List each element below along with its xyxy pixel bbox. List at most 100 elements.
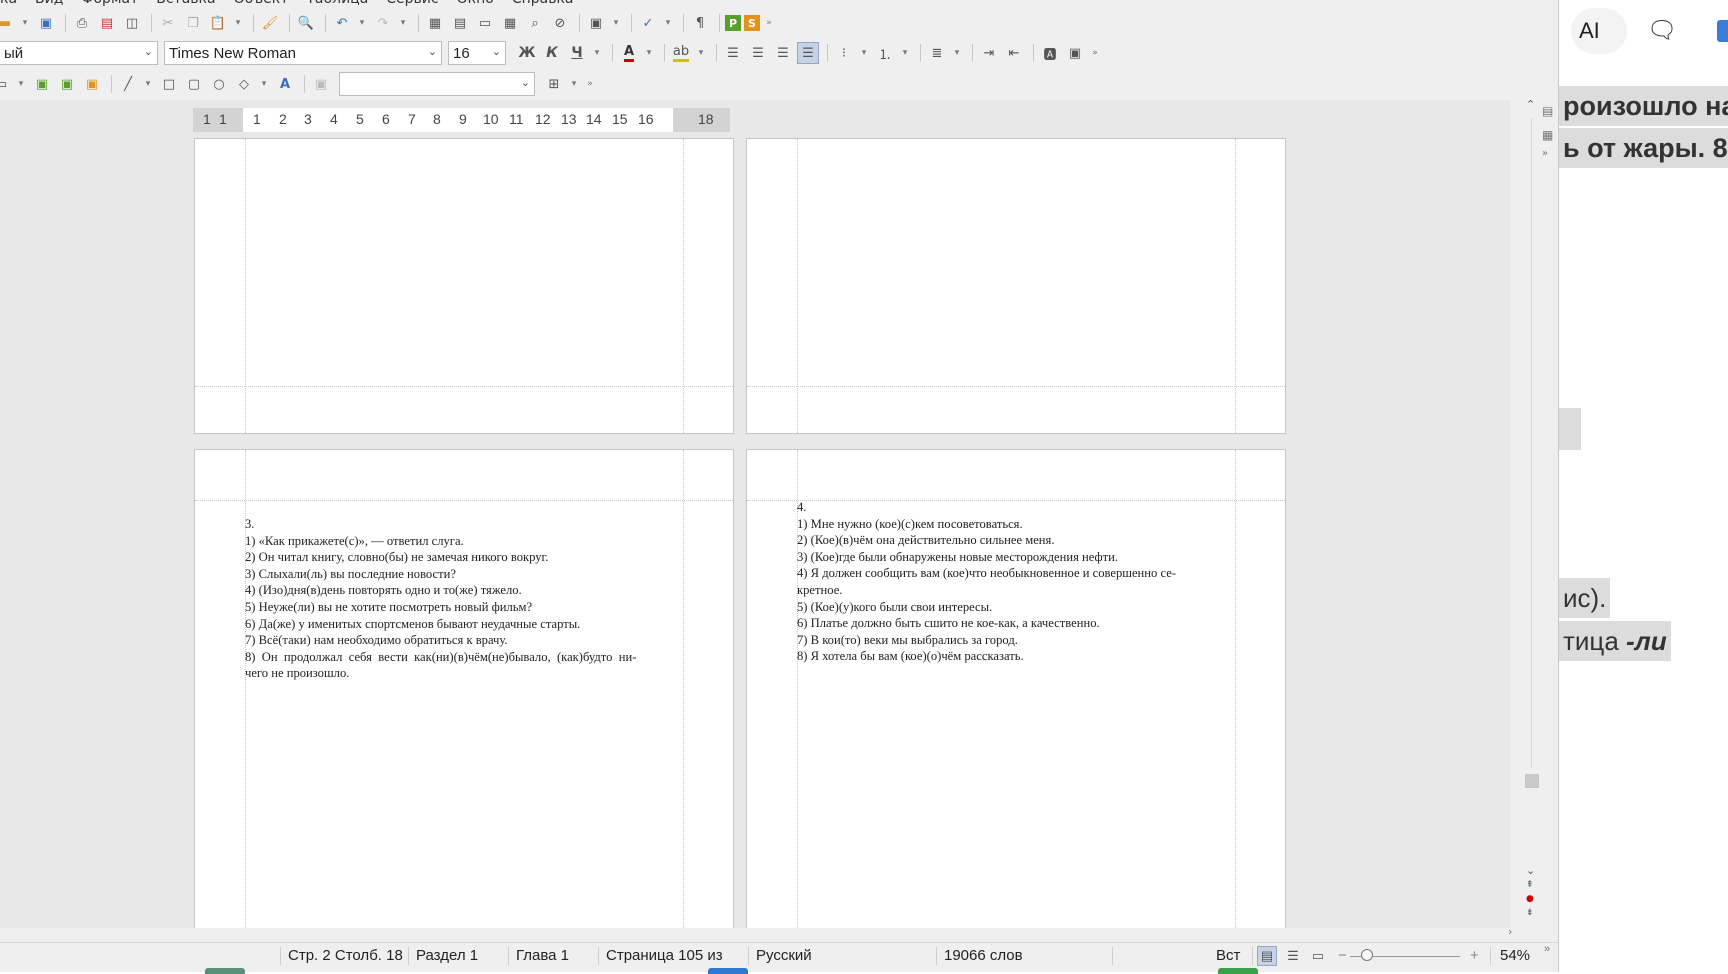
- redo-dropdown-icon[interactable]: ▾: [397, 12, 409, 34]
- zoom-slider-knob[interactable]: [1361, 949, 1373, 961]
- numbered-list-dropdown-icon[interactable]: ▾: [899, 42, 911, 64]
- status-insert-mode[interactable]: Вст: [1216, 947, 1240, 964]
- highlight-dropdown-icon[interactable]: ▾: [695, 42, 707, 64]
- insert-header-icon[interactable]: ▭: [474, 12, 496, 34]
- comment-icon[interactable]: ▣: [81, 73, 103, 95]
- menu-item-help[interactable]: Справка: [512, 0, 574, 9]
- sidebar-more-icon[interactable]: »: [1542, 148, 1548, 159]
- redo-icon[interactable]: ↷: [372, 12, 394, 34]
- menu-item-tools[interactable]: Сервис: [386, 0, 438, 9]
- text-box-icon[interactable]: 🅰: [1039, 42, 1061, 64]
- navigator-icon[interactable]: ⊘: [549, 12, 571, 34]
- page-exercise-3[interactable]: 3. 1) «Как прикажете(с)», — ответил слуг…: [194, 449, 734, 928]
- align-center-icon[interactable]: ☰: [747, 42, 769, 64]
- edge-icon[interactable]: [1717, 20, 1728, 42]
- status-page[interactable]: Страница 105 из: [606, 947, 723, 964]
- bold-button[interactable]: Ж: [516, 42, 538, 64]
- styles-icon[interactable]: ▦: [1542, 128, 1553, 142]
- undo-icon[interactable]: ↶: [331, 12, 353, 34]
- bullet-list-icon[interactable]: ⁝: [833, 42, 855, 64]
- find-icon[interactable]: 🔍: [295, 12, 317, 34]
- menu-item-window[interactable]: Окно: [457, 0, 494, 9]
- anchor-icon[interactable]: ▣: [310, 73, 332, 95]
- toolbar-overflow-icon[interactable]: »: [1089, 42, 1101, 64]
- previous-page-icon[interactable]: ⇞: [1526, 880, 1534, 890]
- open-dropdown-icon[interactable]: ▾: [19, 12, 31, 34]
- underline-button[interactable]: Ч: [566, 42, 588, 64]
- numbered-list-icon[interactable]: ⒈: [874, 42, 896, 64]
- paragraph-style-combo[interactable]: ый ⌄: [0, 41, 158, 65]
- insert-image-dropdown-icon[interactable]: ▾: [610, 12, 622, 34]
- align-justify-icon[interactable]: ☰: [797, 42, 819, 64]
- toolbar-overflow-icon[interactable]: »: [584, 73, 596, 95]
- p-style-icon[interactable]: P: [725, 15, 741, 31]
- outline-list-icon[interactable]: ≣: [926, 42, 948, 64]
- clone-formatting-icon[interactable]: 🖌: [259, 12, 281, 34]
- fontwork-icon[interactable]: A: [274, 73, 296, 95]
- page-top-right[interactable]: [746, 138, 1286, 434]
- zoom-in-button[interactable]: +: [1470, 947, 1479, 964]
- export-pdf-icon[interactable]: ▤: [96, 12, 118, 34]
- object-name-combo[interactable]: ⌄: [339, 72, 535, 96]
- status-position[interactable]: Стр. 2 Столб. 18: [288, 947, 403, 964]
- shapes-icon[interactable]: ◇: [233, 73, 255, 95]
- page-exercise-4[interactable]: 4. 1) Мне нужно (кое)(с)кем посоветовать…: [746, 449, 1286, 928]
- font-color-dropdown-icon[interactable]: ▾: [643, 42, 655, 64]
- ellipse-icon[interactable]: ○: [208, 73, 230, 95]
- spellcheck-dropdown-icon[interactable]: ▾: [662, 12, 674, 34]
- scroll-down-icon[interactable]: ⌄: [1526, 864, 1535, 877]
- status-word-count[interactable]: 19066 слов: [944, 947, 1023, 964]
- endnote-icon[interactable]: ▣: [56, 73, 78, 95]
- taskbar-item[interactable]: [1218, 968, 1258, 974]
- rounded-rectangle-icon[interactable]: ▢: [183, 73, 205, 95]
- decrease-indent-icon[interactable]: ⇤: [1003, 42, 1025, 64]
- align-left-icon[interactable]: ☰: [722, 42, 744, 64]
- menu-item-edit[interactable]: ка: [0, 0, 17, 9]
- undo-dropdown-icon[interactable]: ▾: [356, 12, 368, 34]
- increase-indent-icon[interactable]: ⇥: [978, 42, 1000, 64]
- spellcheck-icon[interactable]: ✓: [637, 12, 659, 34]
- print-icon[interactable]: ⎙: [71, 12, 93, 34]
- single-page-view-icon[interactable]: ▤: [1257, 946, 1277, 966]
- insert-special-icon[interactable]: ▭: [0, 73, 12, 95]
- cut-icon[interactable]: ✂: [157, 12, 179, 34]
- horizontal-scrollbar[interactable]: ›: [0, 925, 1522, 940]
- insert-page-number-icon[interactable]: ▤: [449, 12, 471, 34]
- pilcrow-icon[interactable]: ¶: [689, 12, 711, 34]
- scroll-right-icon[interactable]: ›: [1508, 925, 1512, 938]
- rectangle-icon[interactable]: □: [158, 73, 180, 95]
- font-color-icon[interactable]: A: [618, 42, 640, 64]
- book-view-icon[interactable]: ▭: [1308, 946, 1328, 966]
- horizontal-ruler[interactable]: 1 1 1 2 3 4 5 6 7 8 9 10 11 12 13 14 15 …: [193, 108, 730, 132]
- bullet-list-dropdown-icon[interactable]: ▾: [858, 42, 870, 64]
- document-area[interactable]: 1 1 1 2 3 4 5 6 7 8 9 10 11 12 13 14 15 …: [0, 100, 1510, 928]
- menu-item-table[interactable]: Таблица: [306, 0, 368, 9]
- insert-table-icon[interactable]: ▦: [499, 12, 521, 34]
- status-overflow-icon[interactable]: »: [1544, 943, 1550, 955]
- insert-field-icon[interactable]: ▦: [424, 12, 446, 34]
- font-name-combo[interactable]: Times New Roman ⌄: [164, 41, 442, 65]
- borders-icon[interactable]: ⊞: [543, 73, 565, 95]
- underline-dropdown-icon[interactable]: ▾: [591, 42, 603, 64]
- s-style-icon[interactable]: S: [744, 15, 760, 31]
- highlight-color-icon[interactable]: ab: [670, 42, 692, 64]
- zoom-out-button[interactable]: −: [1338, 947, 1347, 964]
- menu-item-object[interactable]: Объект: [234, 0, 289, 9]
- line-dropdown-icon[interactable]: ▾: [142, 73, 154, 95]
- print-preview-icon[interactable]: ◫: [121, 12, 143, 34]
- multi-page-view-icon[interactable]: ☰: [1283, 946, 1303, 966]
- page-top-left[interactable]: [194, 138, 734, 434]
- taskbar-item[interactable]: [205, 968, 245, 974]
- menu-item-insert[interactable]: Вставка: [156, 0, 215, 9]
- next-page-icon[interactable]: ⇟: [1526, 908, 1534, 918]
- toolbar-overflow-icon[interactable]: »: [763, 12, 775, 34]
- font-size-combo[interactable]: 16 ⌄: [448, 41, 506, 65]
- align-right-icon[interactable]: ☰: [772, 42, 794, 64]
- scrollbar-thumb[interactable]: [1525, 774, 1539, 788]
- vertical-scrollbar[interactable]: ⌃ ⌄ ⇞ ● ⇟: [1522, 98, 1542, 928]
- zoom-percent[interactable]: 54%: [1500, 947, 1530, 964]
- borders-dropdown-icon[interactable]: ▾: [568, 73, 580, 95]
- frame-icon[interactable]: ▣: [1064, 42, 1086, 64]
- insert-special-dropdown-icon[interactable]: ▾: [15, 73, 27, 95]
- paste-icon[interactable]: 📋: [207, 12, 229, 34]
